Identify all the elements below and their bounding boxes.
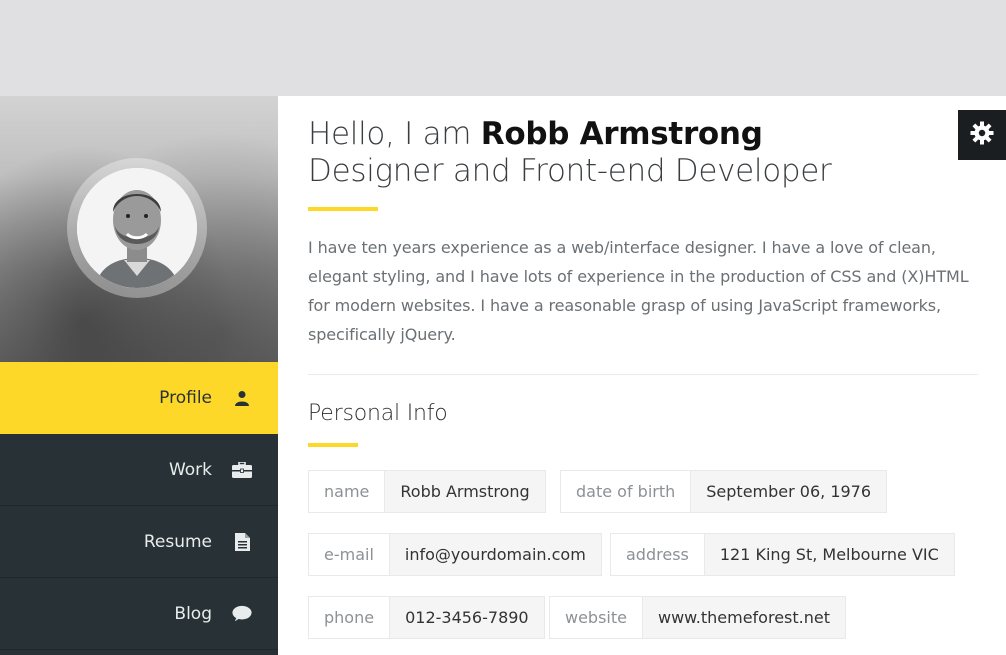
info-key: name: [309, 471, 386, 512]
accent-divider: [308, 207, 378, 211]
profile-photo: [77, 168, 197, 288]
section-divider: [308, 374, 978, 375]
info-value[interactable]: www.themeforest.net: [642, 597, 845, 638]
document-icon: [232, 532, 252, 552]
info-value: 121 King St, Melbourne VIC: [704, 534, 954, 575]
accent-divider: [308, 443, 358, 447]
info-field-name: name Robb Armstrong: [308, 470, 546, 513]
nav-item-label: Profile: [159, 387, 212, 408]
info-key: e-mail: [309, 534, 390, 575]
info-field-email: e-mail info@yourdomain.com: [308, 533, 602, 576]
profile-section: Hello, I am Robb Armstrong Designer and …: [308, 116, 978, 447]
info-field-phone: phone 012-3456-7890: [308, 596, 545, 639]
nav-item-label: Blog: [174, 603, 212, 624]
avatar: [77, 168, 197, 288]
avatar-ring: [67, 158, 207, 298]
info-value[interactable]: info@yourdomain.com: [389, 534, 601, 575]
info-key: address: [611, 534, 705, 575]
nav-item-blog[interactable]: Blog: [0, 578, 278, 650]
info-key: phone: [309, 597, 391, 638]
nav-item-label: Work: [168, 459, 212, 480]
person-name: Robb Armstrong: [480, 116, 763, 152]
user-icon: [232, 388, 252, 408]
info-field-website: website www.themeforest.net: [549, 596, 846, 639]
cover-image: [0, 96, 278, 362]
info-value: Robb Armstrong: [385, 471, 545, 512]
info-value: 012-3456-7890: [390, 597, 544, 638]
chat-bubble-icon: [232, 604, 252, 624]
person-role: Designer and Front-end Developer: [308, 153, 832, 189]
info-field-date-of-birth: date of birth September 06, 1976: [560, 470, 888, 513]
nav-item-label: Resume: [143, 531, 212, 552]
personal-info-title: Personal Info: [308, 401, 448, 426]
info-key: website: [550, 597, 643, 638]
info-field-address: address 121 King St, Melbourne VIC: [610, 533, 955, 576]
nav-item-profile[interactable]: Profile: [0, 362, 278, 434]
info-value: September 06, 1976: [691, 471, 887, 512]
briefcase-icon: [232, 460, 252, 480]
info-key: date of birth: [561, 471, 692, 512]
main-content: Hello, I am Robb Armstrong Designer and …: [278, 96, 1006, 655]
nav-item-resume[interactable]: Resume: [0, 506, 278, 578]
nav-item-work[interactable]: Work: [0, 434, 278, 506]
greeting-text: Hello, I am: [308, 116, 472, 152]
page-title: Hello, I am Robb Armstrong Designer and …: [308, 116, 978, 190]
intro-paragraph: I have ten years experience as a web/int…: [308, 238, 969, 344]
sidebar: Profile Work Resume Blog: [0, 96, 278, 655]
